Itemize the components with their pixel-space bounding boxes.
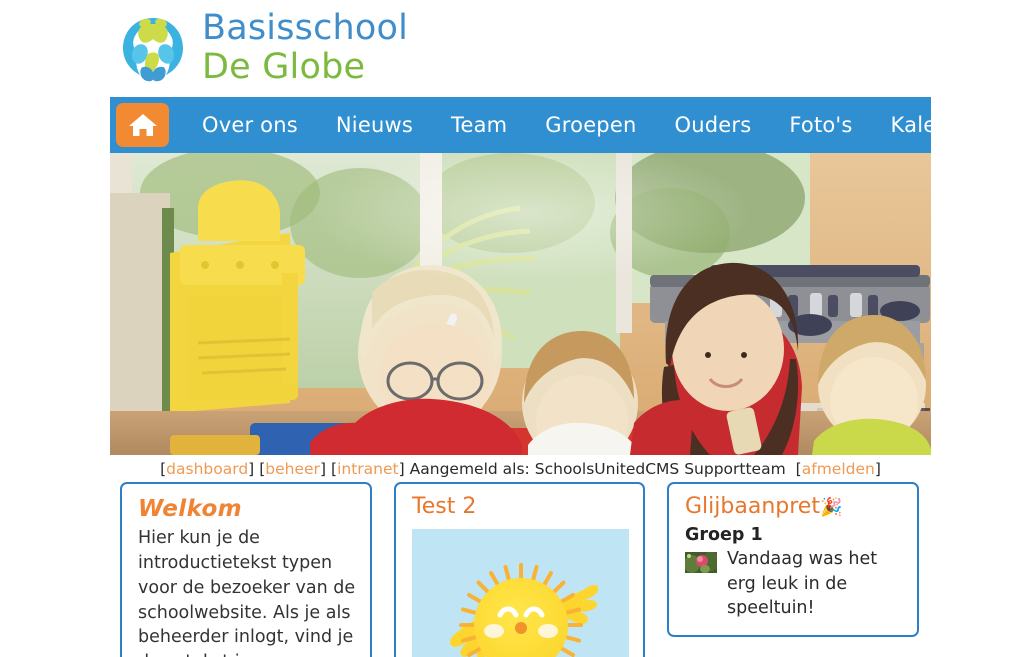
- logged-in-user: SchoolsUnitedCMS Supportteam: [534, 459, 786, 478]
- news-item[interactable]: Vandaag was het erg leuk in de speeltuin…: [669, 547, 917, 621]
- logout-link[interactable]: afmelden: [802, 460, 875, 478]
- nav-item-fotos[interactable]: Foto's: [770, 113, 871, 137]
- logo-line-1: Basisschool: [202, 7, 409, 48]
- home-icon[interactable]: [116, 103, 169, 147]
- sun-character-image[interactable]: [412, 529, 629, 657]
- party-popper-icon: 🎉: [819, 497, 843, 518]
- intranet-link[interactable]: intranet: [337, 460, 399, 478]
- news-text: Vandaag was het erg leuk in de speeltuin…: [727, 549, 878, 618]
- bracket-close-logout: ]: [874, 459, 881, 478]
- card-glijbaanpret-title-text: Glijbaanpret: [685, 494, 820, 519]
- card-welkom: Welkom Hier kun je de introductietekst t…: [120, 482, 372, 657]
- nav-item-over-ons[interactable]: Over ons: [183, 113, 317, 137]
- dashboard-link[interactable]: dashboard: [166, 460, 248, 478]
- site-header: Basisschool De Globe: [110, 0, 931, 97]
- nav-item-team[interactable]: Team: [432, 113, 526, 137]
- beheer-link[interactable]: beheer: [265, 460, 320, 478]
- logo-line-2: De Globe: [202, 46, 366, 87]
- playground-thumbnail-icon[interactable]: [685, 552, 717, 573]
- nav-item-list: Over ons Nieuws Team Groepen Ouders Foto…: [183, 97, 1024, 153]
- card-glijbaanpret-title: Glijbaanpret🎉: [669, 484, 917, 523]
- page-root: Basisschool De Globe Over ons Nieuws Tea…: [0, 0, 1024, 657]
- nav-item-ouders[interactable]: Ouders: [655, 113, 770, 137]
- site-title[interactable]: Basisschool De Globe: [202, 7, 409, 87]
- nav-item-nieuws[interactable]: Nieuws: [317, 113, 432, 137]
- nav-item-kalender[interactable]: Kalender: [872, 113, 1005, 137]
- admin-status-bar: [dashboard][beheer][intranet] Aangemeld a…: [110, 455, 931, 482]
- hero-image: [110, 153, 931, 455]
- site-wrapper: Basisschool De Globe Over ons Nieuws Tea…: [110, 0, 1024, 657]
- nav-item-groepen[interactable]: Groepen: [526, 113, 655, 137]
- bracket-close-beheer: ]: [319, 459, 326, 478]
- bracket-close-dashboard: ]: [248, 459, 255, 478]
- card-glijbaanpret: Glijbaanpret🎉 Groep 1 Vandaag was het er…: [667, 482, 919, 637]
- bracket-close-intranet: ]: [398, 459, 405, 478]
- nav-item-contact[interactable]: Contact: [1004, 113, 1024, 137]
- content-columns: Welkom Hier kun je de introductietekst t…: [110, 482, 931, 657]
- card-test-2: Test 2: [394, 482, 645, 657]
- main-navigation: Over ons Nieuws Team Groepen Ouders Foto…: [110, 97, 1024, 153]
- logged-in-label: Aangemeld als:: [409, 459, 530, 478]
- card-test-2-title: Test 2: [412, 494, 477, 519]
- card-welkom-title: Welkom: [138, 496, 243, 522]
- card-welkom-body: Hier kun je de introductietekst typen vo…: [138, 528, 356, 657]
- globe-icon[interactable]: [114, 10, 192, 88]
- group-label: Groep 1: [685, 525, 763, 545]
